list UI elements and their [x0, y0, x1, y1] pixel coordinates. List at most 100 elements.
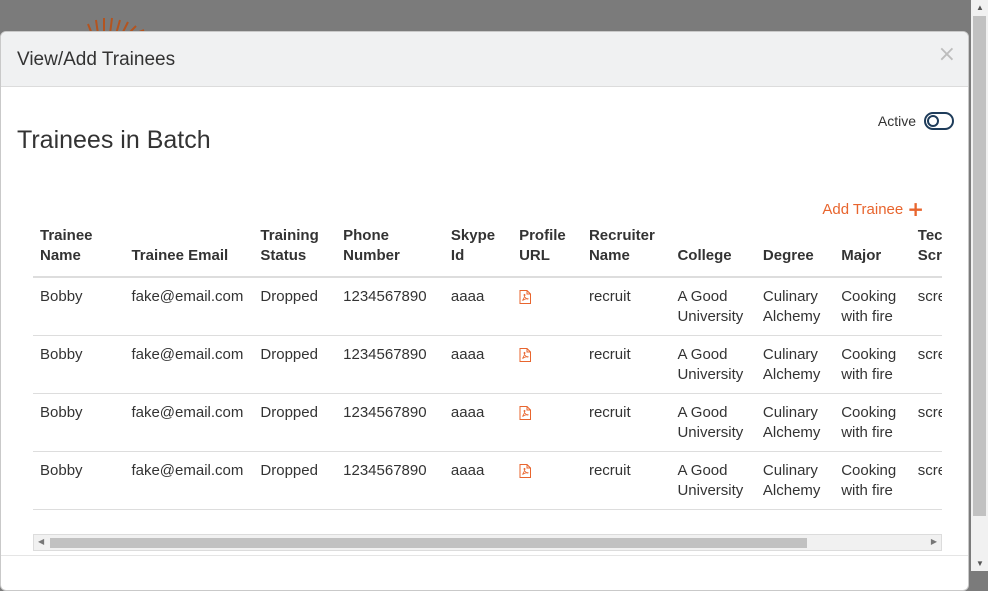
profile-url-cell	[512, 451, 582, 510]
column-header-line1: Training	[260, 227, 319, 244]
major-cell: Cooking with fire	[834, 335, 911, 394]
modal-header: View/Add Trainees ×	[1, 32, 968, 87]
college-cell-line2: University	[677, 424, 744, 441]
phone-number-cell: 1234567890	[336, 393, 444, 452]
phone-number-cell: 1234567890	[336, 277, 444, 336]
major-cell: Cooking with fire	[834, 451, 911, 510]
column-header-line1: Skype	[450, 227, 496, 244]
pdf-file-icon[interactable]	[519, 464, 532, 478]
degree-cell: Culinary Alchemy	[755, 277, 835, 336]
degree-cell-line2: Alchemy	[762, 308, 821, 325]
degree-cell-line1: Culinary	[762, 404, 818, 421]
add-trainee-label: Add Trainee	[822, 200, 904, 218]
trainee-email-cell: fake@email.com	[124, 335, 254, 394]
close-icon[interactable]: ×	[938, 44, 956, 66]
degree-cell-line1: Culinary	[762, 346, 818, 363]
column-header-line1: Recruiter	[588, 227, 655, 244]
active-toggle[interactable]	[924, 112, 954, 130]
trainees-table-container: Trainee Name Trainee Email Training Status P…	[33, 222, 942, 520]
toggle-knob	[927, 115, 939, 127]
college-cell: A Good University	[670, 393, 756, 452]
recruiter-name-cell: recruit	[581, 335, 671, 394]
trainee-email-cell: fake@email.com	[124, 451, 254, 510]
college-cell-line2: University	[677, 482, 744, 499]
major-cell-line2: with fire	[841, 308, 893, 325]
column-header-line1	[841, 226, 903, 246]
college-cell: A Good University	[670, 451, 756, 510]
tech-screener-cell: screener	[910, 277, 942, 336]
training-status-cell: Dropped	[253, 335, 337, 394]
table-row: Bobby fake@email.com Dropped 1234567890 aaaa…	[33, 335, 942, 394]
table-row: Bobby fake@email.com Dropped 1234567890 aaaa…	[33, 393, 942, 452]
column-header: Training Status	[253, 222, 337, 278]
column-header-line1	[131, 226, 245, 246]
major-cell: Cooking with fire	[834, 277, 911, 336]
recruiter-name-cell: recruit	[581, 393, 671, 452]
vertical-scrollbar[interactable]: ▲ ▼	[971, 0, 988, 571]
tech-screener-cell: screener	[910, 451, 942, 510]
skype-id-cell: aaaa	[443, 393, 513, 452]
scroll-up-icon[interactable]: ▲	[976, 3, 984, 12]
column-header-line2: Id	[450, 247, 465, 264]
column-header-line2: Major	[841, 247, 882, 264]
trainee-name-cell: Bobby	[33, 277, 125, 336]
column-header-line2: Screener	[917, 247, 942, 264]
column-header-line1: Phone	[343, 227, 389, 244]
add-trainee-button[interactable]: Add Trainee +	[822, 199, 924, 219]
major-cell-line1: Cooking	[841, 288, 897, 305]
column-header-line2: Name	[40, 247, 81, 264]
active-label: Active	[877, 113, 916, 129]
column-header: Degree	[755, 222, 835, 278]
college-cell-line2: University	[677, 366, 744, 383]
degree-cell-line2: Alchemy	[762, 366, 821, 383]
tech-screener-cell: screener	[910, 393, 942, 452]
plus-icon: +	[907, 197, 924, 221]
pdf-file-icon[interactable]	[519, 290, 532, 304]
modal-footer-divider	[1, 555, 968, 556]
profile-url-cell	[512, 393, 582, 452]
column-header-line2: Name	[588, 247, 630, 264]
pdf-file-icon[interactable]	[519, 406, 532, 420]
profile-url-cell	[512, 335, 582, 394]
trainee-name-cell: Bobby	[33, 335, 125, 394]
major-cell-line1: Cooking	[841, 346, 897, 363]
major-cell-line2: with fire	[841, 424, 893, 441]
trainees-table: Trainee Name Trainee Email Training Status P…	[33, 222, 942, 510]
phone-number-cell: 1234567890	[336, 451, 444, 510]
column-header-line1: Profile	[519, 227, 566, 244]
column-header-line1	[763, 226, 826, 246]
column-header: Phone Number	[336, 222, 444, 278]
horizontal-scrollbar[interactable]: ◀ ▶	[33, 534, 942, 551]
trainee-email-cell: fake@email.com	[124, 393, 254, 452]
college-cell: A Good University	[670, 335, 756, 394]
recruiter-name-cell: recruit	[581, 277, 671, 336]
trainee-name-cell: Bobby	[33, 393, 125, 452]
college-cell-line1: A Good	[677, 404, 728, 421]
column-header: Profile URL	[512, 222, 582, 278]
degree-cell-line1: Culinary	[762, 288, 818, 305]
vertical-scroll-thumb[interactable]	[973, 16, 986, 516]
horizontal-scroll-thumb[interactable]	[50, 538, 807, 548]
phone-number-cell: 1234567890	[336, 335, 444, 394]
scroll-left-icon[interactable]: ◀	[38, 537, 44, 546]
scroll-right-icon[interactable]: ▶	[931, 537, 937, 546]
major-cell-line1: Cooking	[841, 404, 897, 421]
column-header: Major	[834, 222, 911, 278]
column-header-line1	[677, 226, 747, 246]
column-header: Trainee Name	[33, 222, 125, 278]
column-header-line2: College	[677, 247, 732, 264]
tech-screener-cell: screener	[910, 335, 942, 394]
scroll-down-icon[interactable]: ▼	[976, 559, 984, 568]
college-cell-line1: A Good	[677, 346, 728, 363]
pdf-file-icon[interactable]	[519, 348, 532, 362]
column-header: Tech Screener	[910, 222, 942, 278]
major-cell-line2: with fire	[841, 482, 893, 499]
table-header-row: Trainee Name Trainee Email Training Status P…	[33, 222, 942, 278]
degree-cell: Culinary Alchemy	[755, 393, 835, 452]
degree-cell: Culinary Alchemy	[755, 335, 835, 394]
major-cell-line1: Cooking	[841, 462, 897, 479]
column-header: College	[670, 222, 756, 278]
degree-cell: Culinary Alchemy	[755, 451, 835, 510]
active-toggle-group: Active	[878, 112, 954, 130]
college-cell: A Good University	[670, 277, 756, 336]
